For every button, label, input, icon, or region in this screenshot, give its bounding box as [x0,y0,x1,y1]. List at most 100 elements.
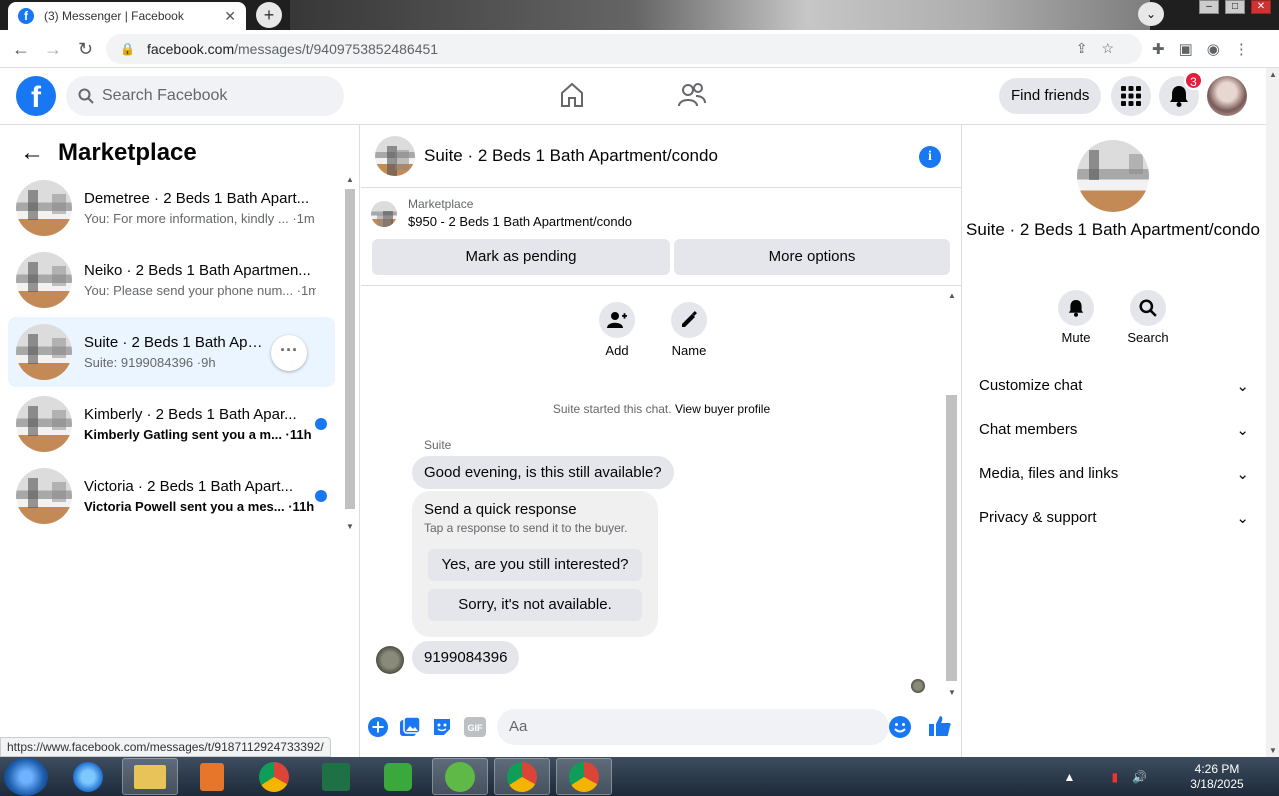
listing-thumbnail [16,396,72,452]
privacy-support-section[interactable]: Privacy & support ⌄ [979,509,1249,527]
scrollbar-thumb[interactable] [345,189,355,509]
chat-started-text: Suite started this chat. [552,402,672,416]
start-button[interactable] [4,758,48,796]
browser-tab[interactable]: f (3) Messenger | Facebook ✕ [8,2,246,30]
conversation-item[interactable]: Kimberly · 2 Beds 1 Bath Apar... Kimberly… [8,389,335,459]
tray-expand-icon[interactable]: ▲ [1064,770,1076,784]
conversation-name: Kimberly · 2 Beds 1 Bath Apar... [84,406,297,423]
search-input[interactable]: Search Facebook [66,76,344,116]
scroll-down-icon[interactable]: ▼ [346,522,354,531]
home-icon[interactable] [560,82,584,108]
search-conversation-button[interactable] [1130,290,1166,326]
quick-response-title: Send a quick response [424,501,577,518]
scroll-up-icon[interactable]: ▲ [1269,70,1277,79]
plus-circle-icon[interactable] [368,717,388,737]
maximize-button[interactable]: □ [1225,0,1245,14]
facebook-header: f Search Facebook Find friends 3 [0,68,1266,125]
sticker-icon[interactable] [432,717,452,737]
back-arrow-icon[interactable]: ← [12,39,30,60]
conversation-item-active[interactable]: Suite · 2 Beds 1 Bath Apartm... Suite: 91… [8,317,335,387]
conversation-details-panel: Suite · 2 Beds 1 Bath Apartment/condo Mu… [963,125,1266,757]
scroll-up-icon[interactable]: ▲ [346,175,354,184]
conversation-title[interactable]: Suite · 2 Beds 1 Bath Apartment/condo [424,146,718,166]
file-explorer-icon[interactable] [122,758,178,795]
url-path: /messages/t/9409753852486451 [234,41,439,57]
address-bar[interactable]: 🔒 facebook.com/messages/t/94097538524864… [106,34,1142,64]
marketplace-listing[interactable]: Marketplace $950 - 2 Beds 1 Bath Apartme… [371,197,632,229]
conversation-item[interactable]: Neiko · 2 Beds 1 Bath Apartmen... You: Pl… [8,245,335,315]
name-button[interactable] [671,302,707,338]
media-files-section[interactable]: Media, files and links ⌄ [979,465,1249,483]
thread-scrollbar[interactable]: ▲ ▼ [944,287,959,697]
info-icon[interactable]: i [919,146,941,168]
windows-taskbar: ▲ ▮ 🔊 4:26 PM 3/18/2025 [0,757,1279,796]
internet-explorer-icon[interactable] [60,758,116,795]
back-arrow-icon[interactable]: ← [20,139,44,167]
forward-arrow-icon[interactable]: → [44,39,62,60]
close-window-button[interactable]: ✕ [1251,0,1271,14]
tab-search-chevron-icon[interactable]: ⌄ [1138,2,1164,26]
message-input[interactable]: Aa [497,709,889,745]
add-person-button[interactable] [599,302,635,338]
quick-response-card: Send a quick response Tap a response to … [412,491,658,637]
search-icon [1139,299,1157,317]
scroll-down-icon[interactable]: ▼ [948,688,956,697]
new-tab-button[interactable]: + [256,2,282,28]
add-label: Add [605,343,629,358]
chrome-icon[interactable] [246,758,302,795]
listing-thumbnail [16,468,72,524]
camtasia-icon[interactable] [370,758,426,795]
scrollbar-thumb[interactable] [946,395,957,681]
section-label: Privacy & support [979,509,1097,526]
sender-name: Suite [424,438,452,452]
menu-grid-button[interactable] [1111,76,1151,116]
chat-members-section[interactable]: Chat members ⌄ [979,421,1249,439]
browser-toolbar: ← → ↻ 🔒 facebook.com/messages/t/94097538… [0,30,1279,68]
link-status-bar: https://www.facebook.com/messages/t/9187… [0,737,331,757]
message-bubble[interactable]: Good evening, is this still available? [412,456,674,489]
excel-icon[interactable] [308,758,364,795]
conversation-avatar[interactable] [375,136,415,176]
chrome-window-icon[interactable] [494,758,550,795]
power-icon[interactable]: ▮ [1111,770,1118,784]
reload-icon[interactable]: ↻ [78,39,93,60]
mute-button[interactable] [1058,290,1094,326]
details-title: Suite · 2 Beds 1 Bath Apartment/condo [966,220,1260,239]
find-friends-button[interactable]: Find friends [999,78,1102,114]
chrome-window-icon[interactable] [556,758,612,795]
add-person-icon [607,312,627,328]
conversation-item[interactable]: Demetree · 2 Beds 1 Bath Apart... You: Fo… [8,173,335,243]
conversation-more-button[interactable]: ··· [271,335,307,371]
share-and-bookmark-icons[interactable]: ⇪☆ [1076,40,1128,57]
photo-icon[interactable] [400,717,420,737]
thumbs-up-icon[interactable] [929,715,951,737]
page-scrollbar[interactable]: ▲ ▼ [1266,68,1279,757]
minimize-button[interactable]: – [1199,0,1219,14]
mark-pending-button[interactable]: Mark as pending [372,239,670,275]
media-player-icon[interactable] [184,758,240,795]
sender-avatar[interactable] [376,646,404,674]
groups-icon[interactable] [678,82,706,108]
message-bubble[interactable]: 9199084396 [412,641,520,674]
scroll-down-icon[interactable]: ▼ [1269,746,1277,755]
quick-response-option[interactable]: Sorry, it's not available. [428,589,642,621]
grid-icon [1121,86,1141,106]
facebook-logo-icon[interactable]: f [16,76,56,116]
more-options-button[interactable]: More options [674,239,950,275]
emoji-icon[interactable] [889,716,911,738]
conversation-large-avatar[interactable] [1077,140,1149,212]
clock[interactable]: 4:26 PM 3/18/2025 [1167,762,1267,792]
volume-icon[interactable]: 🔊 [1132,770,1147,784]
customize-chat-section[interactable]: Customize chat ⌄ [979,377,1249,395]
quick-response-option[interactable]: Yes, are you still interested? [428,549,642,581]
view-buyer-profile-link[interactable]: View buyer profile [675,402,770,416]
utorrent-icon[interactable] [432,758,488,795]
conversation-name: Demetree · 2 Beds 1 Bath Apart... [84,190,310,207]
scroll-up-icon[interactable]: ▲ [948,291,956,300]
conversation-item[interactable]: Victoria · 2 Beds 1 Bath Apart... Victori… [8,461,335,531]
chat-list-scrollbar[interactable]: ▲ ▼ [343,175,357,531]
account-avatar[interactable] [1207,76,1247,116]
close-tab-icon[interactable]: ✕ [224,8,236,25]
gif-icon[interactable]: GIF [464,717,486,737]
extension-icons[interactable]: ✚▣◉⋮ [1152,40,1263,58]
